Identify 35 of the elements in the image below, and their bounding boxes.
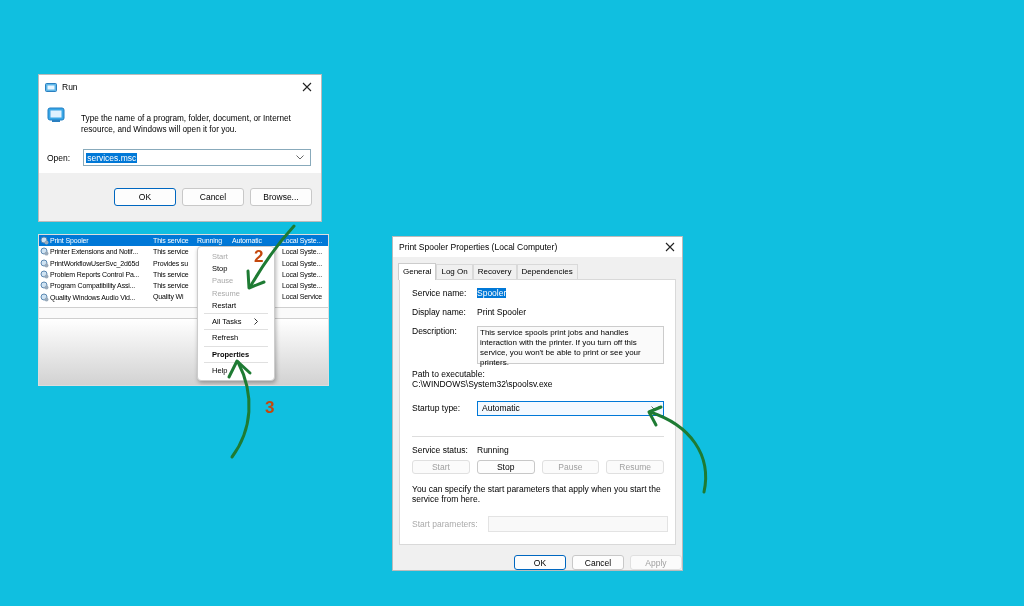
tab[interactable]: Dependencies xyxy=(516,263,578,279)
service-button[interactable]: Stop xyxy=(476,459,535,474)
field-label: Service name: xyxy=(412,287,468,298)
dialog-button[interactable]: OK xyxy=(114,188,176,206)
open-combo-box[interactable]: services.msc xyxy=(83,149,311,166)
field-value: Spooler xyxy=(477,287,507,298)
tab[interactable]: Log On xyxy=(436,263,473,279)
tab[interactable]: General xyxy=(398,262,437,280)
dialog-button[interactable]: Cancel xyxy=(572,555,624,570)
help-text: You can specify the start parameters that apply when you start the service from here. xyxy=(412,483,662,504)
step-number: 2 xyxy=(254,248,264,265)
chevron-right-icon xyxy=(254,318,258,326)
field-label: Start parameters: xyxy=(412,518,478,529)
startup-type-dropdown[interactable]: Automatic xyxy=(477,400,664,416)
field-label: Description: xyxy=(412,325,458,336)
run-icon xyxy=(45,82,57,92)
dialog-button[interactable]: Browse... xyxy=(250,188,312,206)
close-icon[interactable] xyxy=(665,241,675,252)
dialog-button[interactable]: Cancel xyxy=(182,188,244,206)
close-icon[interactable] xyxy=(302,82,312,92)
run-icon xyxy=(47,107,65,123)
dialog-button[interactable]: OK xyxy=(514,555,566,570)
field-label: Path to executable: xyxy=(412,368,485,379)
field-label: Service status: xyxy=(412,444,469,455)
path-text: C:\WINDOWS\System32\spoolsv.exe xyxy=(412,378,553,389)
field-label: Startup type: xyxy=(412,403,462,414)
tab[interactable]: Recovery xyxy=(472,263,517,279)
field-label: Display name: xyxy=(412,306,467,317)
window-title: Run xyxy=(62,82,78,92)
prompt-text: Type the name of a program, folder, document, or Internet resource, and Windows will open it for you. xyxy=(81,113,292,135)
open-label: Open: xyxy=(47,152,71,163)
field-value: Print Spooler xyxy=(477,306,527,317)
step-number: 3 xyxy=(265,398,275,418)
window-title: Print Spooler Properties (Local Computer) xyxy=(399,241,558,252)
field-value: Running xyxy=(477,444,509,455)
